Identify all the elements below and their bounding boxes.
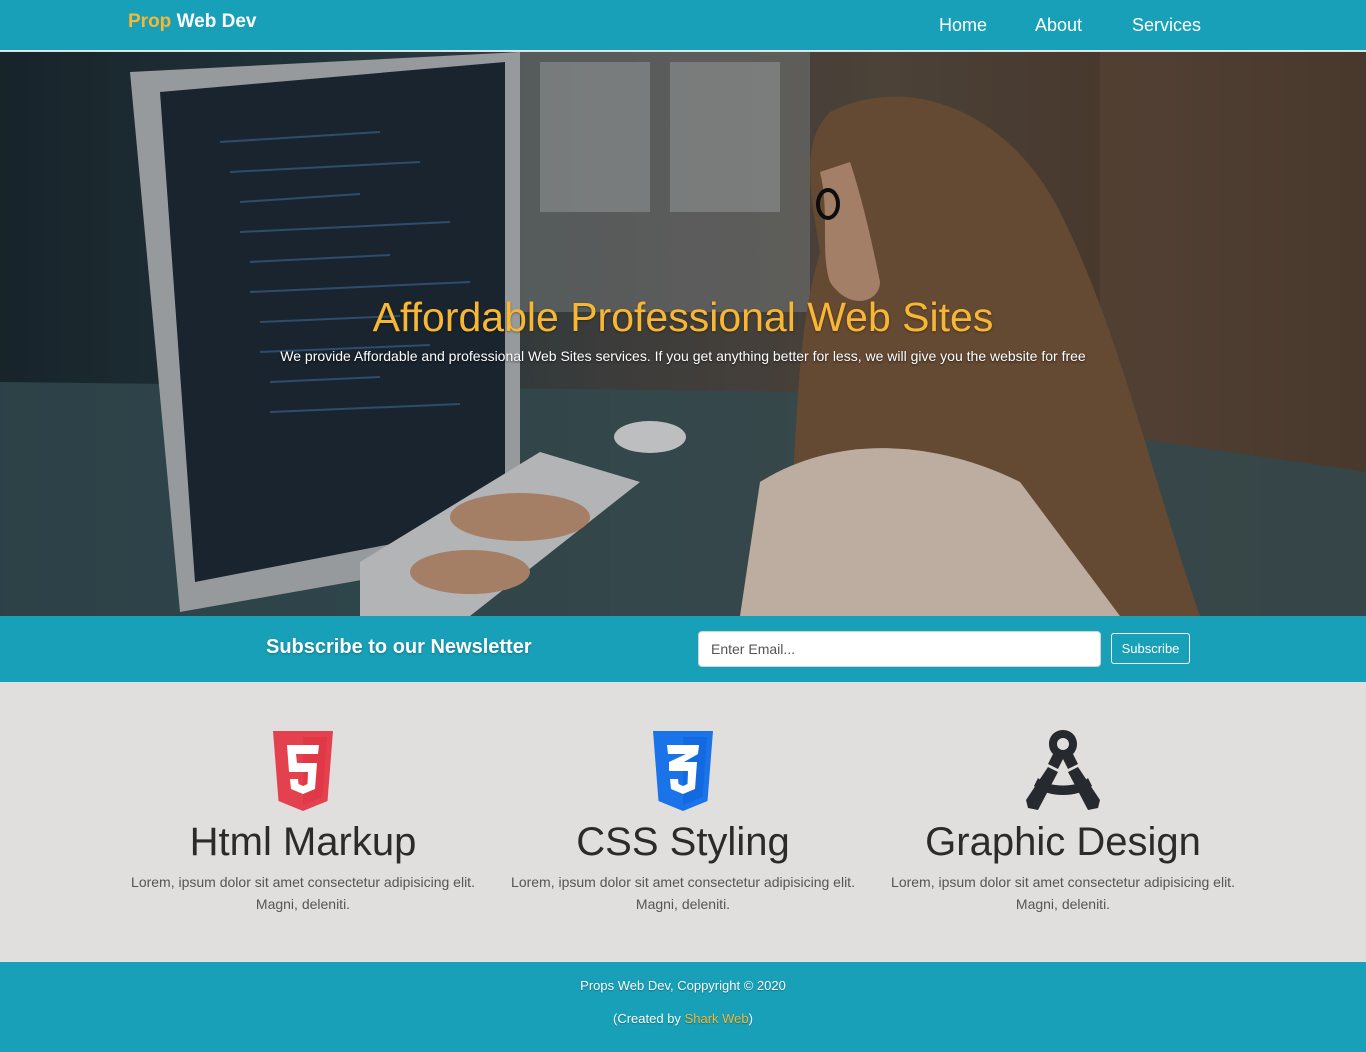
feature-html-markup: Html Markup Lorem, ipsum dolor sit amet … bbox=[123, 726, 483, 915]
footer-copyright: Props Web Dev, Coppyright © 2020 bbox=[580, 978, 786, 993]
email-input[interactable] bbox=[698, 631, 1101, 667]
feature-title: Html Markup bbox=[189, 820, 417, 864]
brand-name: Web Dev bbox=[176, 11, 257, 32]
feature-text: Lorem, ipsum dolor sit amet consectetur … bbox=[891, 874, 1235, 912]
drafting-compass-icon bbox=[1026, 730, 1100, 810]
hero-title: Affordable Professional Web Sites bbox=[372, 294, 994, 340]
feature-text: Lorem, ipsum dolor sit amet consectetur … bbox=[131, 874, 475, 912]
nav-link-home[interactable]: Home bbox=[939, 15, 987, 36]
feature-css-styling: CSS Styling Lorem, ipsum dolor sit amet … bbox=[503, 726, 863, 915]
subscribe-button[interactable]: Subscribe bbox=[1111, 633, 1190, 664]
html5-icon bbox=[273, 731, 333, 811]
hero-section: Affordable Professional Web Sites We pro… bbox=[0, 52, 1366, 616]
newsletter-bar: Subscribe to our Newsletter Subscribe bbox=[0, 616, 1366, 682]
brand-logo[interactable]: Prop Web Dev bbox=[128, 11, 256, 33]
footer-credit: (Created by Shark Web) bbox=[0, 1011, 1366, 1026]
footer: Props Web Dev, Coppyright © 2020 (Create… bbox=[0, 962, 1366, 1052]
feature-title: Graphic Design bbox=[925, 820, 1201, 864]
nav-link-about[interactable]: About bbox=[1035, 15, 1082, 36]
nav-link-services[interactable]: Services bbox=[1132, 15, 1201, 36]
navbar: Prop Web Dev Home About Services bbox=[0, 0, 1366, 51]
hero-subtitle: We provide Affordable and professional W… bbox=[280, 348, 1086, 364]
feature-text: Lorem, ipsum dolor sit amet consectetur … bbox=[511, 874, 855, 912]
feature-graphic-design: Graphic Design Lorem, ipsum dolor sit am… bbox=[883, 726, 1243, 915]
footer-credit-link[interactable]: Shark Web bbox=[685, 1011, 749, 1026]
css3-icon bbox=[653, 731, 713, 811]
footer-credit-suffix: ) bbox=[748, 1011, 753, 1026]
brand-accent: Prop bbox=[128, 11, 172, 32]
feature-title: CSS Styling bbox=[576, 820, 790, 864]
footer-credit-prefix: (Created by bbox=[613, 1011, 685, 1026]
newsletter-title: Subscribe to our Newsletter bbox=[266, 636, 532, 658]
